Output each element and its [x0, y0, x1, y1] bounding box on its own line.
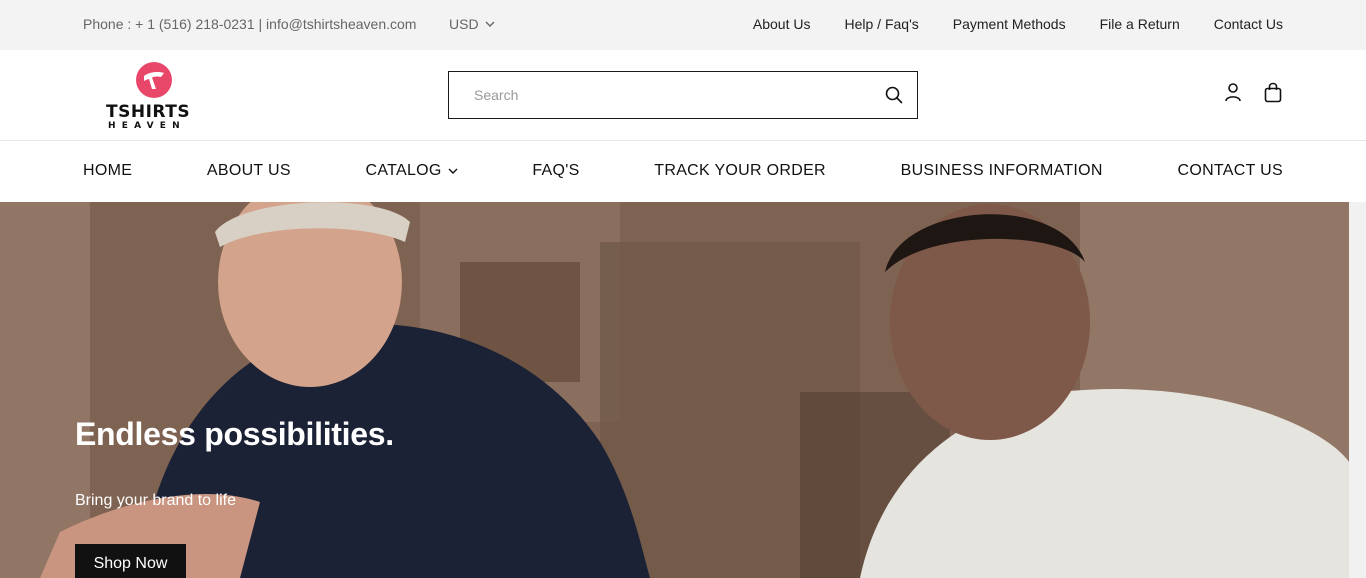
nav-item-faqs[interactable]: FAQ'S [532, 162, 579, 180]
nav-item-label: BUSINESS INFORMATION [900, 162, 1103, 179]
nav-item-contact-us[interactable]: CONTACT US [1177, 162, 1283, 180]
top-utility-bar: Phone : + 1 (516) 218-0231 | info@tshirt… [0, 0, 1366, 50]
shopping-bag-icon[interactable] [1263, 81, 1283, 103]
currency-label: USD [449, 16, 479, 32]
hero-background-image [0, 202, 1349, 578]
brand-logo[interactable]: TSHIRTS HEAVEN [104, 60, 204, 132]
site-header: TSHIRTS HEAVEN [0, 50, 1366, 141]
hero-banner: Endless possibilities. Bring your brand … [0, 202, 1349, 578]
nav-item-label: TRACK YOUR ORDER [654, 162, 826, 179]
main-nav: HOME ABOUT US CATALOG FAQ'S TRACK YOUR O… [0, 141, 1366, 202]
logo-mark-icon [136, 62, 172, 98]
hero-subtitle: Bring your brand to life [75, 492, 236, 509]
search-bar [448, 71, 918, 119]
nav-item-label: FAQ'S [532, 162, 580, 179]
chevron-down-icon [448, 168, 458, 174]
logo-wordmark: TSHIRTS [106, 102, 191, 122]
top-link-payment-methods[interactable]: Payment Methods [953, 16, 1066, 32]
contact-info: Phone : + 1 (516) 218-0231 | info@tshirt… [83, 16, 417, 32]
nav-item-label: ABOUT US [206, 162, 291, 179]
top-link-help-faqs[interactable]: Help / Faq's [844, 16, 918, 32]
nav-item-business-information[interactable]: BUSINESS INFORMATION [901, 162, 1103, 180]
nav-item-home[interactable]: HOME [83, 162, 132, 180]
nav-item-label: HOME [83, 162, 133, 179]
nav-item-catalog[interactable]: CATALOG [365, 162, 458, 180]
nav-item-about-us[interactable]: ABOUT US [207, 162, 291, 180]
nav-item-track-your-order[interactable]: TRACK YOUR ORDER [654, 162, 826, 180]
shop-now-button[interactable]: Shop Now [75, 544, 186, 578]
top-link-about-us[interactable]: About Us [753, 16, 811, 32]
nav-item-label: CATALOG [365, 162, 442, 179]
currency-selector[interactable]: USD [449, 16, 495, 32]
search-input[interactable] [449, 72, 869, 118]
chevron-down-icon [485, 21, 495, 27]
nav-item-label: CONTACT US [1177, 162, 1283, 179]
search-icon[interactable] [885, 86, 903, 104]
hero-title: Endless possibilities. [75, 416, 394, 452]
page-scrollbar[interactable] [1349, 202, 1366, 578]
logo-subtext: HEAVEN [108, 121, 186, 131]
top-link-file-a-return[interactable]: File a Return [1100, 16, 1180, 32]
top-link-contact-us[interactable]: Contact Us [1214, 16, 1283, 32]
top-links: About Us Help / Faq's Payment Methods Fi… [753, 16, 1283, 32]
user-icon[interactable] [1223, 82, 1243, 102]
